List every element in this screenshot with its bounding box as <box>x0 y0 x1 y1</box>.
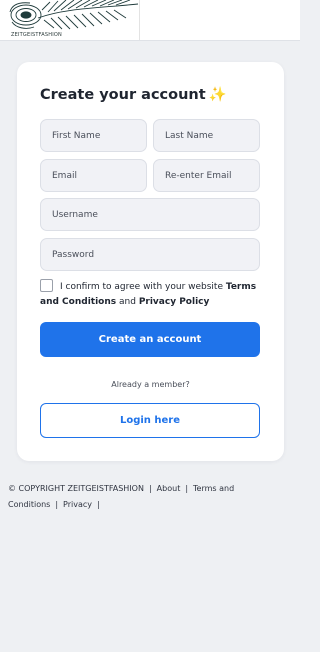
signup-card: Create your account✨ I confirm to agree … <box>17 62 284 461</box>
title-text: Create your account <box>40 87 206 103</box>
reenter-email-input[interactable] <box>153 159 260 192</box>
consent-row: I confirm to agree with your website Ter… <box>40 279 262 310</box>
top-bar: ZEITGEISTFASHION <box>0 0 300 41</box>
consent-checkbox[interactable] <box>40 279 53 292</box>
first-name-input[interactable] <box>40 119 147 152</box>
footer-link-privacy[interactable]: Privacy <box>63 500 92 509</box>
footer-separator: | <box>148 484 152 493</box>
footer-link-about[interactable]: About <box>157 484 181 493</box>
sparkle-icon: ✨ <box>208 87 227 103</box>
email-input[interactable] <box>40 159 147 192</box>
username-input[interactable] <box>40 198 260 231</box>
password-input[interactable] <box>40 238 260 271</box>
peacock-feather-logo-icon <box>9 0 139 30</box>
privacy-policy-link[interactable]: Privacy Policy <box>139 297 210 307</box>
footer-separator: | <box>185 484 189 493</box>
last-name-input[interactable] <box>153 119 260 152</box>
footer: © COPYRIGHT ZEITGEISTFASHION | About | Terms… <box>8 481 294 513</box>
site-logo[interactable]: ZEITGEISTFASHION <box>6 0 140 40</box>
footer-separator: | <box>97 500 100 509</box>
already-member-text: Already a member? <box>111 380 190 389</box>
create-account-button[interactable]: Create an account <box>40 322 260 357</box>
copyright-text: © COPYRIGHT ZEITGEISTFASHION <box>8 484 144 493</box>
login-button[interactable]: Login here <box>40 403 260 438</box>
consent-and-text: and <box>119 297 136 307</box>
page-title: Create your account ✨ <box>40 86 227 103</box>
consent-text: I confirm to agree with your website <box>60 282 223 292</box>
logo-text: ZEITGEISTFASHION <box>11 32 62 38</box>
footer-separator: | <box>55 500 59 509</box>
